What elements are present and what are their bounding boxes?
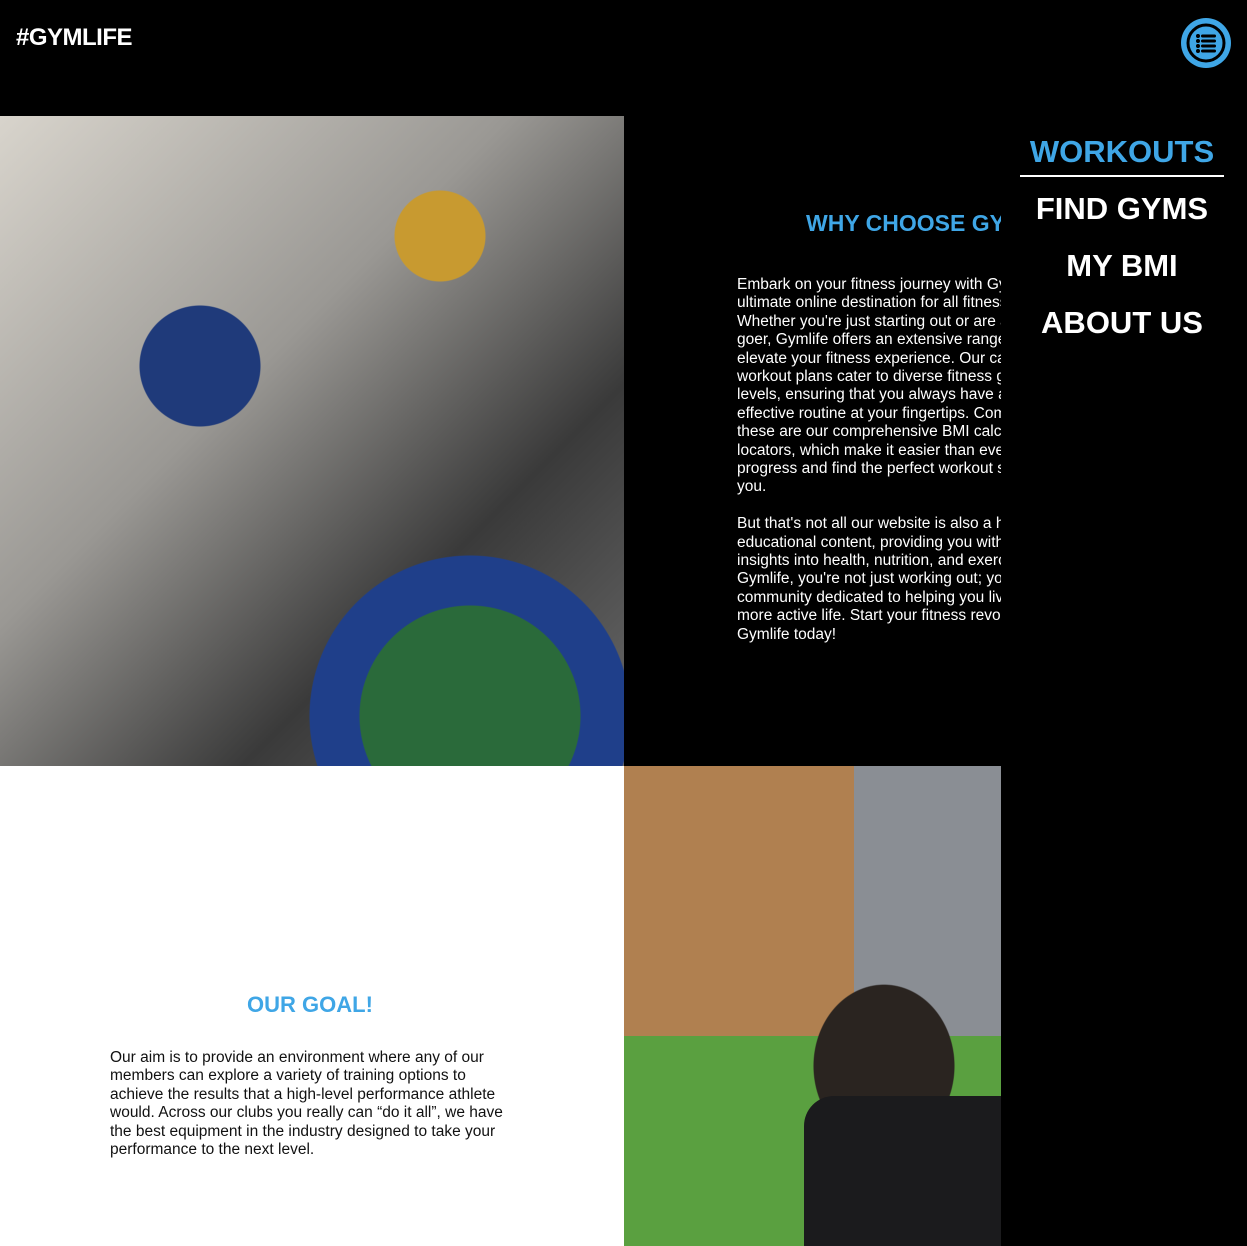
why-line: goer, Gymlife offers an extensive range … <box>737 331 1001 349</box>
list-icon <box>1186 23 1226 63</box>
why-line: elevate your fitness experience. Our car… <box>737 349 1001 367</box>
why-line: ultimate online destination for all fitn… <box>737 294 1001 312</box>
why-line: Gymlife, you're not just working out; yo… <box>737 570 1001 588</box>
why-line: you. <box>737 478 767 496</box>
why-line: progress and find the perfect workout sp… <box>737 460 1001 478</box>
why-choose-section: WHY CHOOSE GYMLIFE? Embark on your fitne… <box>624 116 1001 766</box>
why-line: community dedicated to helping you live … <box>737 588 1001 606</box>
why-paragraph-1: Embark on your fitness journey with Gyml… <box>737 276 1001 497</box>
site-logo[interactable]: #GYMLIFE <box>16 24 133 52</box>
why-line: effective routine at your fingertips. Co… <box>737 404 1001 422</box>
why-line: educational content, providing you with … <box>737 533 1001 551</box>
why-line: more active life. Start your fitness rev… <box>737 607 1001 625</box>
goal-text: Our aim is to provide an environment whe… <box>110 1049 503 1159</box>
why-paragraph-2: But that's not all our website is also a… <box>737 515 1001 644</box>
why-title: WHY CHOOSE GYMLIFE? <box>806 210 1001 236</box>
menu-toggle-button[interactable] <box>1181 18 1231 68</box>
why-line: Gymlife today! <box>737 625 837 643</box>
goal-section: OUR GOAL! Our aim is to provide an envir… <box>0 766 624 1246</box>
nav-workouts[interactable]: WORKOUTS <box>1020 130 1224 177</box>
nav-my-bmi[interactable]: MY BMI <box>1020 244 1224 301</box>
why-line: levels, ensuring that you always have an <box>737 386 1001 404</box>
nav-find-gyms[interactable]: FIND GYMS <box>1020 187 1224 244</box>
why-line: insights into health, nutrition, and exe… <box>737 552 1001 570</box>
shirt-shape <box>804 1096 1001 1246</box>
why-line: locators, which make it easier than ever… <box>737 441 1001 459</box>
nav-about-us[interactable]: ABOUT US <box>1020 301 1224 358</box>
athlete-photo <box>624 766 1001 1246</box>
squat-photo <box>0 116 624 766</box>
side-nav: WORKOUTS FIND GYMS MY BMI ABOUT US <box>1020 130 1224 358</box>
why-line: these are our comprehensive BMI calculat… <box>737 423 1001 441</box>
why-line: Whether you're just starting out or are … <box>737 312 1001 330</box>
why-line: Embark on your fitness journey with Gyml… <box>737 276 1001 293</box>
goal-title: OUR GOAL! <box>247 992 373 1017</box>
why-line: But that's not all our website is also a… <box>737 515 1001 533</box>
why-line: workout plans cater to diverse fitness g… <box>737 368 1001 386</box>
